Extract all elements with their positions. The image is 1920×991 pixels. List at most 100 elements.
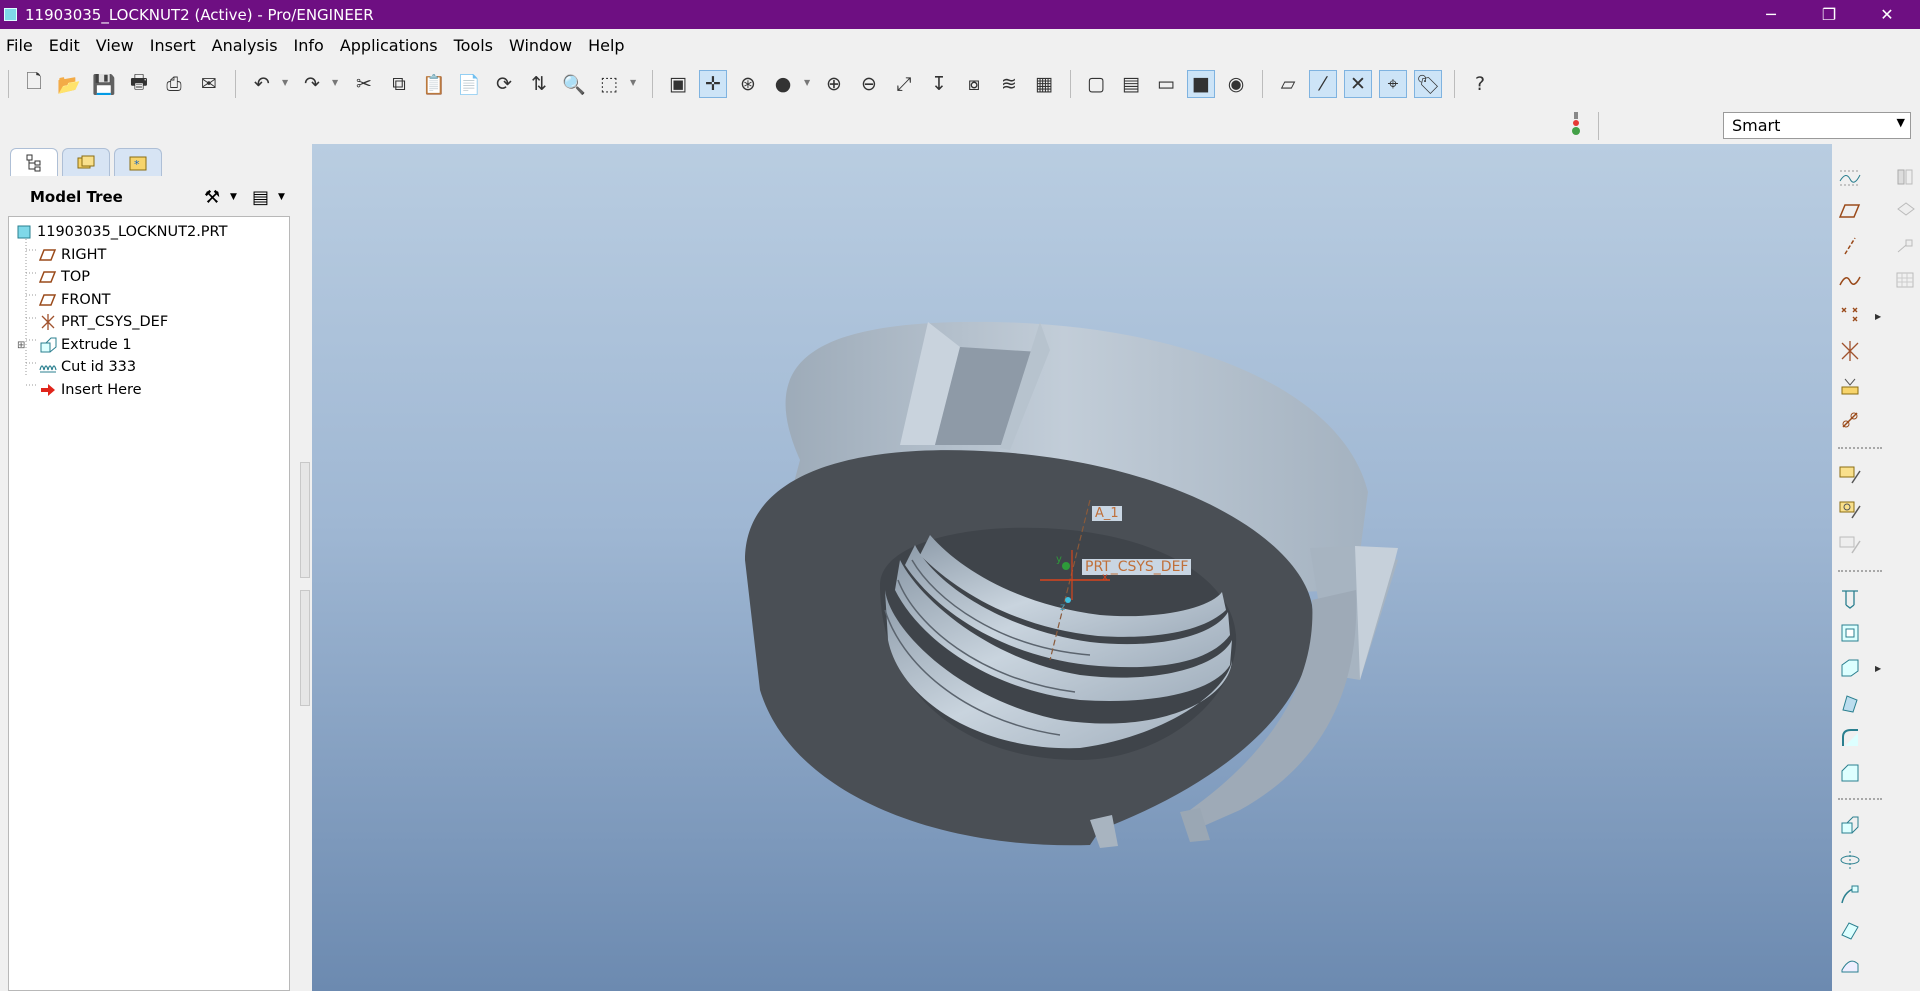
favorites-tab[interactable]: *	[114, 148, 162, 176]
round-icon[interactable]	[1835, 724, 1865, 752]
saved-views-icon[interactable]: ⧇	[960, 70, 988, 98]
appearance-icon[interactable]: ◉	[1222, 70, 1250, 98]
menu-applications[interactable]: Applications	[334, 36, 444, 55]
layers-icon[interactable]: ≋	[995, 70, 1023, 98]
axis-label[interactable]: A_1	[1092, 506, 1122, 521]
tree-item-right[interactable]: RIGHT	[39, 244, 106, 266]
pattern-icon[interactable]	[1890, 266, 1920, 294]
no-hidden-icon[interactable]: ▭	[1152, 70, 1180, 98]
hole-icon[interactable]	[1835, 584, 1865, 612]
datum-point-dropdown-icon[interactable]: ▶	[1875, 312, 1881, 321]
find-icon[interactable]: 🔍	[560, 70, 588, 98]
layer-tab[interactable]	[62, 148, 110, 176]
sweep-icon[interactable]	[1835, 881, 1865, 909]
context-help-icon[interactable]: ?	[1466, 70, 1494, 98]
select-box-icon[interactable]: ⬚	[595, 70, 623, 98]
print-icon[interactable]: 🖶	[125, 70, 153, 98]
menu-help[interactable]: Help	[582, 36, 630, 55]
panel-splitter-bottom[interactable]	[300, 590, 310, 706]
undo-dropdown-icon[interactable]: ▼	[282, 78, 288, 87]
reorient-icon[interactable]: ↧	[925, 70, 953, 98]
menu-edit[interactable]: Edit	[43, 36, 86, 55]
extrude-tool-icon[interactable]	[1835, 811, 1865, 839]
menu-info[interactable]: Info	[288, 36, 330, 55]
trim-icon[interactable]	[1890, 232, 1920, 260]
merge-icon[interactable]	[1890, 197, 1920, 225]
restore-button[interactable]: ❐	[1800, 0, 1858, 29]
sketch-tools-icon[interactable]	[1835, 163, 1865, 191]
rib-icon[interactable]	[1835, 654, 1865, 682]
print-preview-icon[interactable]: ⎙	[160, 70, 188, 98]
spin-center-icon[interactable]: ✛	[699, 70, 727, 98]
sketch-icon[interactable]	[1835, 460, 1865, 488]
analysis-tool-icon[interactable]	[1835, 372, 1865, 400]
datum-feature-tool-icon[interactable]	[1835, 406, 1865, 434]
revolve-icon[interactable]	[1835, 846, 1865, 874]
chamfer-icon[interactable]	[1835, 759, 1865, 787]
datum-plane-tool-icon[interactable]	[1835, 197, 1865, 225]
annotation-display-icon[interactable]: 🏷	[1414, 70, 1442, 98]
csys-label[interactable]: PRT_CSYS_DEF	[1082, 559, 1192, 575]
wireframe-icon[interactable]: ▢	[1082, 70, 1110, 98]
sketch-view-icon[interactable]	[1835, 530, 1865, 558]
view-manager-icon[interactable]: ▦	[1030, 70, 1058, 98]
rib-dropdown-icon[interactable]: ▶	[1875, 664, 1881, 673]
expand-icon[interactable]: ⊞	[17, 340, 31, 351]
cut-icon[interactable]: ✂	[350, 70, 378, 98]
tree-item-top[interactable]: TOP	[39, 266, 90, 288]
display-style-dropdown-icon[interactable]: ▼	[804, 78, 810, 87]
datum-plane-display-icon[interactable]: ▱	[1274, 70, 1302, 98]
tree-settings-dropdown-icon[interactable]: ▼	[230, 192, 237, 202]
tree-columns-icon[interactable]: ▤	[252, 187, 269, 208]
copy-icon[interactable]: ⧉	[385, 70, 413, 98]
tree-item-front[interactable]: FRONT	[39, 289, 111, 311]
sketch-region-icon[interactable]	[1835, 495, 1865, 523]
selection-filter-dropdown[interactable]: Smart ▼	[1723, 112, 1911, 139]
close-button[interactable]: ✕	[1858, 0, 1916, 29]
menu-file[interactable]: File	[0, 36, 39, 55]
draft-icon[interactable]	[1835, 689, 1865, 717]
model-tree-tab[interactable]	[10, 148, 58, 176]
paste-icon[interactable]: 📋	[420, 70, 448, 98]
datum-point-display-icon[interactable]: ✕	[1344, 70, 1372, 98]
menu-insert[interactable]: Insert	[144, 36, 202, 55]
tree-item-part[interactable]: 11903035_LOCKNUT2.PRT	[15, 221, 227, 243]
datum-axis-tool-icon[interactable]	[1835, 232, 1865, 260]
datum-curve-tool-icon[interactable]	[1835, 266, 1865, 294]
csys-tool-icon[interactable]	[1835, 337, 1865, 365]
tree-item-insert-here[interactable]: Insert Here	[39, 379, 142, 401]
locknut-model[interactable]	[312, 144, 1832, 991]
blend-icon[interactable]	[1835, 916, 1865, 944]
mirror-icon[interactable]	[1890, 163, 1920, 191]
tree-item-csys[interactable]: PRT_CSYS_DEF	[39, 311, 168, 333]
refit-icon[interactable]: ⤢	[890, 70, 918, 98]
hidden-line-icon[interactable]: ▤	[1117, 70, 1145, 98]
display-style-icon[interactable]: ●	[769, 70, 797, 98]
menu-tools[interactable]: Tools	[448, 36, 499, 55]
shell-icon[interactable]	[1835, 619, 1865, 647]
regen-manager-icon[interactable]: ⇅	[525, 70, 553, 98]
tree-item-cut[interactable]: Cut id 333	[39, 356, 136, 378]
send-mail-icon[interactable]: ✉	[195, 70, 223, 98]
regenerate-icon[interactable]: ⟳	[490, 70, 518, 98]
new-file-icon[interactable]: 🗋	[20, 70, 48, 98]
menu-analysis[interactable]: Analysis	[206, 36, 284, 55]
undo-icon[interactable]: ↶	[248, 70, 276, 98]
paste-special-icon[interactable]: 📄	[455, 70, 483, 98]
redraw-icon[interactable]: ▣	[664, 70, 692, 98]
open-file-icon[interactable]: 📂	[55, 70, 83, 98]
shading-icon[interactable]: ■	[1187, 70, 1215, 98]
zoom-out-icon[interactable]: ⊖	[855, 70, 883, 98]
save-icon[interactable]: 💾	[90, 70, 118, 98]
tree-item-extrude[interactable]: ⊞ Extrude 1	[17, 334, 132, 356]
select-dropdown-icon[interactable]: ▼	[630, 78, 636, 87]
orient-mode-icon[interactable]: ⊛	[734, 70, 762, 98]
tree-settings-icon[interactable]: ⚒	[204, 187, 220, 208]
datum-point-tool-icon[interactable]	[1835, 301, 1865, 329]
redo-icon[interactable]: ↷	[298, 70, 326, 98]
menu-view[interactable]: View	[90, 36, 140, 55]
style-icon[interactable]	[1835, 951, 1865, 979]
minimize-button[interactable]: ─	[1742, 0, 1800, 29]
tree-columns-dropdown-icon[interactable]: ▼	[278, 192, 285, 202]
redo-dropdown-icon[interactable]: ▼	[332, 78, 338, 87]
